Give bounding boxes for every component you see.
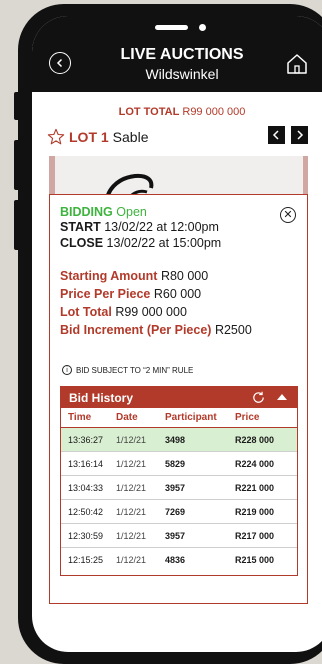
chevron-left-icon — [272, 130, 279, 140]
cell-price: R219 000 — [235, 506, 275, 517]
cell-date: 1/12/21 — [116, 458, 147, 469]
table-row: 12:50:42 1/12/21 7269 R219 000 — [61, 500, 297, 524]
start-label: START — [60, 220, 101, 234]
cell-time: 13:16:14 — [68, 458, 104, 469]
cell-time: 13:04:33 — [68, 482, 104, 493]
table-row: 13:16:14 1/12/21 5829 R224 000 — [61, 452, 297, 476]
camera-dot — [199, 24, 206, 31]
bid-history-header[interactable]: Bid History — [61, 387, 297, 408]
card-lot-total-value: R99 000 000 — [115, 305, 187, 319]
lot-header: LOT 1 Sable — [47, 128, 148, 146]
cell-time: 12:15:25 — [68, 554, 104, 565]
page-subtitle: Wildswinkel — [145, 66, 219, 82]
bidding-label: BIDDING — [60, 205, 113, 219]
table-row: 13:04:33 1/12/21 3957 R221 000 — [61, 476, 297, 500]
prev-lot-button[interactable] — [268, 126, 285, 144]
bid-history-columns: Time Date Participant Price — [61, 408, 297, 428]
price-per-piece-value: R60 000 — [153, 287, 202, 301]
start-line: START 13/02/22 at 12:00pm — [60, 220, 219, 234]
card-lot-total-label: Lot Total — [60, 305, 112, 319]
bidding-status-line: BIDDING Open — [60, 205, 147, 219]
price-per-piece-line: Price Per Piece R60 000 — [60, 287, 201, 301]
table-row: 12:15:25 1/12/21 4836 R215 000 — [61, 548, 297, 571]
col-price: Price — [235, 412, 260, 423]
cell-price: R215 000 — [235, 554, 275, 565]
cell-participant: 4836 — [165, 554, 186, 565]
cell-date: 1/12/21 — [116, 482, 147, 493]
bid-increment-label: Bid Increment (Per Piece) — [60, 323, 212, 337]
cell-date: 1/12/21 — [116, 554, 147, 565]
info-icon[interactable]: i — [62, 365, 72, 375]
lot-name: Sable — [112, 129, 149, 145]
close-label: CLOSE — [60, 236, 104, 250]
lot-total-banner: LOT TOTAL R99 000 000 — [32, 106, 322, 118]
chevron-right-icon — [297, 130, 304, 140]
lot-total-line: Lot Total R99 000 000 — [60, 305, 187, 319]
price-per-piece-label: Price Per Piece — [60, 287, 151, 301]
bidding-status: Open — [116, 205, 147, 219]
bid-increment-line: Bid Increment (Per Piece) R2500 — [60, 323, 252, 337]
home-icon[interactable] — [285, 52, 309, 76]
starting-amount-line: Starting Amount R80 000 — [60, 269, 208, 283]
cell-time: 12:30:59 — [68, 530, 104, 541]
cell-price: R217 000 — [235, 530, 275, 541]
refresh-icon[interactable] — [251, 390, 266, 405]
cell-time: 12:50:42 — [68, 506, 104, 517]
cell-date: 1/12/21 — [116, 530, 147, 541]
cell-price: R221 000 — [235, 482, 275, 493]
table-row: 12:30:59 1/12/21 3957 R217 000 — [61, 524, 297, 548]
cell-participant: 5829 — [165, 458, 186, 469]
chevron-up-icon[interactable] — [277, 394, 287, 400]
cell-participant: 3957 — [165, 482, 186, 493]
col-participant: Participant — [165, 412, 217, 423]
close-icon[interactable]: ✕ — [280, 207, 296, 223]
lot-label: LOT 1 — [69, 129, 109, 145]
start-value: 13/02/22 at 12:00pm — [104, 220, 219, 234]
table-row: 13:36:27 1/12/21 3498 R228 000 — [61, 428, 297, 452]
cell-date: 1/12/21 — [116, 434, 147, 445]
col-date: Date — [116, 412, 138, 423]
bid-rule-note: i BID SUBJECT TO “2 MIN” RULE — [62, 365, 193, 375]
star-outline-icon[interactable] — [47, 128, 65, 146]
app-screen: LIVE AUCTIONS Wildswinkel LOT TOTAL R99 … — [32, 16, 322, 652]
bidding-details-card: ✕ BIDDING Open START 13/02/22 at 12:00pm… — [49, 194, 308, 604]
cell-price: R228 000 — [235, 434, 275, 445]
app-header: LIVE AUCTIONS Wildswinkel — [32, 16, 322, 92]
bid-rule-text: BID SUBJECT TO “2 MIN” RULE — [76, 365, 194, 375]
close-line: CLOSE 13/02/22 at 15:00pm — [60, 236, 221, 250]
cell-participant: 7269 — [165, 506, 186, 517]
starting-amount-label: Starting Amount — [60, 269, 158, 283]
next-lot-button[interactable] — [291, 126, 308, 144]
starting-amount-value: R80 000 — [160, 269, 209, 283]
lot-total-value: R99 000 000 — [182, 106, 246, 118]
speaker-notch — [155, 25, 188, 30]
cell-price: R224 000 — [235, 458, 275, 469]
col-time: Time — [68, 412, 92, 423]
page-title: LIVE AUCTIONS — [120, 46, 244, 63]
bid-history-table: Bid History Time Date Participant Price … — [60, 386, 298, 576]
bid-increment-value: R2500 — [214, 323, 252, 337]
cell-time: 13:36:27 — [68, 434, 104, 445]
close-value: 13/02/22 at 15:00pm — [106, 236, 222, 250]
bid-history-title: Bid History — [69, 390, 134, 405]
cell-participant: 3498 — [165, 434, 186, 445]
cell-date: 1/12/21 — [116, 506, 147, 517]
lot-total-label: LOT TOTAL — [118, 106, 180, 118]
cell-participant: 3957 — [165, 530, 186, 541]
